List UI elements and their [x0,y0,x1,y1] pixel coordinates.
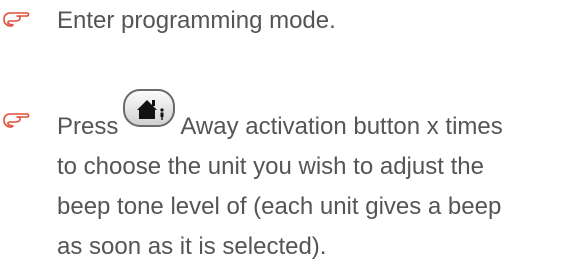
pointing-hand-icon [3,113,30,128]
away-button-caption: Away activation button x times [180,113,503,140]
step-2-line-4: as soon as it is selected). [57,233,327,260]
step-2-line-1: Press Away activation button x times [57,89,503,147]
step-2-line-3: beep tone level of (each unit gives a be… [57,193,502,220]
step-1-text: Enter programming mode. [57,7,336,34]
away-activation-button-icon [122,88,176,128]
step-2-text: Press Away activation button x times to … [57,89,503,267]
pointing-hand-icon [3,12,30,27]
press-label: Press [57,113,119,140]
step-2-line-2: to choose the unit you wish to adjust th… [57,153,484,180]
